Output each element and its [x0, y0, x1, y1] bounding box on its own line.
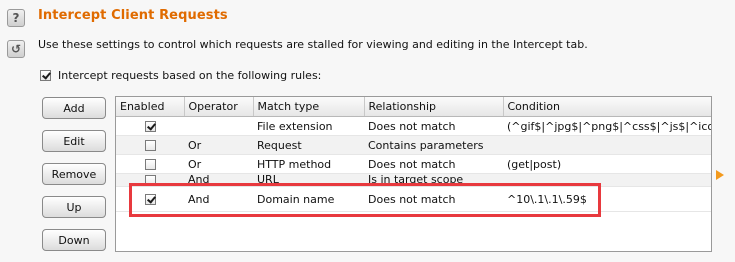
table-row[interactable]: Or Request Contains parameters [116, 135, 711, 155]
column-condition[interactable]: Condition [503, 97, 711, 117]
operator-cell: Or [184, 135, 253, 155]
condition-cell: ^10\.1\.1\.59$ [503, 186, 711, 212]
relationship-cell: Does not match [364, 116, 503, 136]
table-header: Enabled Operator Match type Relationship… [116, 97, 711, 117]
relationship-cell: Is in target scope [364, 173, 503, 187]
remove-button[interactable]: Remove [42, 163, 106, 185]
match-type-cell: HTTP method [253, 154, 364, 174]
condition-cell [503, 173, 711, 187]
enabled-checkbox[interactable] [144, 121, 156, 132]
match-type-cell: Request [253, 135, 364, 155]
operator-cell: And [184, 186, 253, 212]
enabled-checkbox[interactable] [144, 174, 156, 186]
enabled-cell[interactable] [116, 186, 184, 212]
condition-cell: (^gif$|^jpg$|^png$|^css$|^js$|^ico$) [503, 116, 711, 136]
enabled-cell[interactable] [116, 154, 184, 174]
table-row[interactable]: File extension Does not match (^gif$|^jp… [116, 116, 711, 136]
column-match-type[interactable]: Match type [253, 97, 365, 117]
enabled-checkbox[interactable] [144, 140, 156, 151]
intercept-settings-panel: ? ↺ Intercept Client Requests Use these … [0, 0, 735, 262]
match-type-cell: URL [253, 173, 364, 187]
section-description: Use these settings to control which requ… [38, 38, 588, 51]
condition-cell: (get|post) [503, 154, 711, 174]
add-button[interactable]: Add [42, 97, 106, 119]
table-row[interactable]: And URL Is in target scope [116, 173, 711, 187]
enabled-cell[interactable] [116, 135, 184, 155]
relationship-cell: Does not match [364, 186, 503, 212]
edit-button[interactable]: Edit [42, 130, 106, 152]
intercept-rules-checkbox[interactable] [40, 70, 51, 81]
down-button[interactable]: Down [42, 229, 106, 251]
match-type-cell: File extension [253, 116, 364, 136]
rules-table[interactable]: Enabled Operator Match type Relationship… [115, 96, 712, 252]
match-type-cell: Domain name [253, 186, 364, 212]
operator-cell: And [184, 173, 253, 187]
intercept-rules-toggle[interactable]: Intercept requests based on the followin… [40, 69, 321, 82]
operator-cell [184, 116, 253, 136]
restore-defaults-icon[interactable]: ↺ [7, 40, 25, 58]
relationship-cell: Contains parameters [364, 135, 503, 155]
expand-arrow-icon[interactable] [716, 170, 724, 180]
table-row[interactable]: And Domain name Does not match ^10\.1\.1… [116, 186, 711, 212]
condition-cell [503, 135, 711, 155]
enabled-checkbox[interactable] [144, 194, 156, 205]
operator-cell: Or [184, 154, 253, 174]
enabled-cell[interactable] [116, 116, 184, 136]
up-button[interactable]: Up [42, 196, 106, 218]
intercept-rules-label: Intercept requests based on the followin… [58, 69, 322, 82]
enabled-checkbox[interactable] [144, 159, 156, 170]
table-row[interactable]: Or HTTP method Does not match (get|post) [116, 154, 711, 174]
column-enabled[interactable]: Enabled [116, 97, 185, 117]
enabled-cell[interactable] [116, 173, 184, 187]
column-operator[interactable]: Operator [184, 97, 254, 117]
help-icon[interactable]: ? [7, 9, 25, 27]
column-relationship[interactable]: Relationship [364, 97, 504, 117]
relationship-cell: Does not match [364, 154, 503, 174]
section-title: Intercept Client Requests [38, 8, 228, 23]
